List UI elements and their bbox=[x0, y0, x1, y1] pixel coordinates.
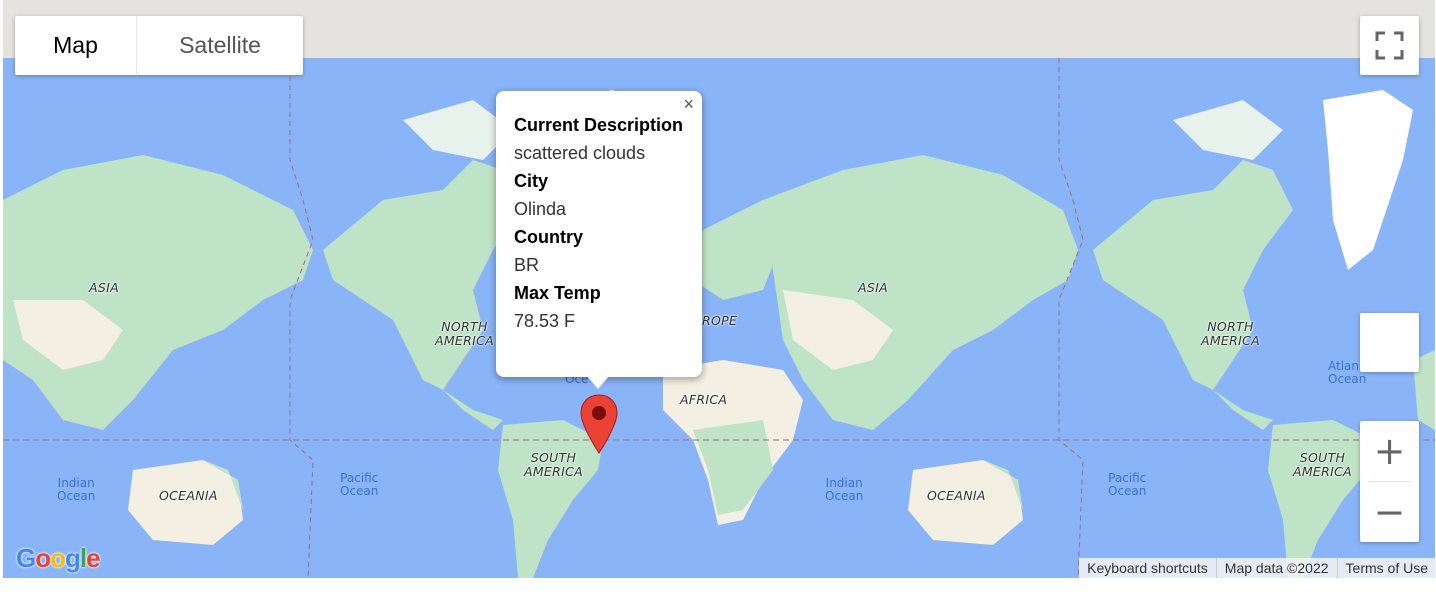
info-window-content: Current Description scattered clouds Cit… bbox=[514, 111, 683, 335]
zoom-control: + − bbox=[1360, 421, 1419, 542]
map-canvas[interactable]: ASIA ASIA NORTH AMERICA NORTH AMERICA SO… bbox=[3, 0, 1435, 578]
label-africa: AFRICA bbox=[680, 392, 728, 407]
field-label: Current Description bbox=[514, 115, 684, 135]
label-pacific-ocean: Pacific Ocean bbox=[1108, 471, 1147, 498]
label-pacific-ocean: Pacific Ocean bbox=[340, 471, 379, 498]
map-data-text: Map data ©2022 bbox=[1215, 558, 1337, 578]
field-value: scattered clouds bbox=[514, 143, 646, 163]
google-logo[interactable]: Google bbox=[16, 543, 101, 574]
label-north-america: NORTH AMERICA bbox=[1201, 319, 1260, 348]
field-label: City bbox=[514, 171, 549, 191]
location-marker-icon[interactable] bbox=[579, 393, 619, 457]
label-south-america: SOUTH AMERICA bbox=[1293, 450, 1352, 479]
close-icon[interactable]: × bbox=[683, 94, 694, 115]
label-asia: ASIA bbox=[858, 280, 888, 295]
field-label: Country bbox=[514, 227, 583, 247]
map-type-map-button[interactable]: Map bbox=[15, 16, 137, 75]
label-oceania: OCEANIA bbox=[927, 488, 986, 503]
field-label: Max Temp bbox=[514, 283, 601, 303]
info-window-tail bbox=[586, 375, 610, 389]
fullscreen-icon bbox=[1375, 31, 1404, 60]
zoom-in-button[interactable]: + bbox=[1360, 421, 1419, 481]
map-footer: Keyboard shortcuts Map data ©2022 Terms … bbox=[1079, 558, 1436, 578]
label-indian-ocean: Indian Ocean bbox=[825, 476, 864, 503]
label-indian-ocean: Indian Ocean bbox=[57, 476, 96, 503]
label-asia: ASIA bbox=[89, 280, 119, 295]
zoom-out-button[interactable]: − bbox=[1360, 482, 1419, 542]
label-oceania: OCEANIA bbox=[159, 488, 218, 503]
map-type-control: Map Satellite bbox=[15, 16, 303, 75]
label-south-america: SOUTH AMERICA bbox=[524, 450, 583, 479]
label-europe: ROPE bbox=[702, 313, 738, 328]
map-type-satellite-button[interactable]: Satellite bbox=[137, 16, 303, 75]
label-north-america: NORTH AMERICA bbox=[435, 319, 494, 348]
keyboard-shortcuts-link[interactable]: Keyboard shortcuts bbox=[1079, 558, 1216, 578]
field-value: BR bbox=[514, 255, 540, 275]
street-view-button[interactable] bbox=[1360, 313, 1419, 372]
field-value: 78.53 F bbox=[514, 311, 576, 331]
info-window: × Current Description scattered clouds C… bbox=[496, 91, 702, 389]
terms-link[interactable]: Terms of Use bbox=[1336, 558, 1436, 578]
field-value: Olinda bbox=[514, 199, 567, 219]
fullscreen-button[interactable] bbox=[1360, 16, 1419, 75]
